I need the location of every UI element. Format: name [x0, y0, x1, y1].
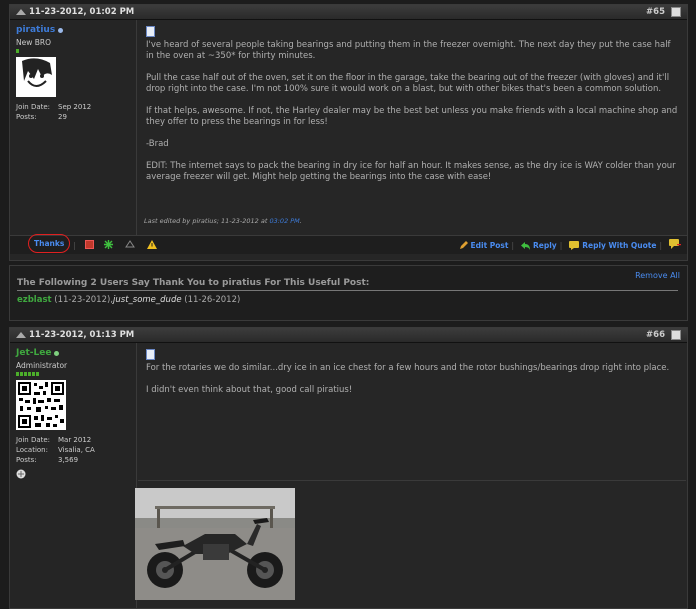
- edited-note-text: Last edited by piratius; 11-23-2012 at: [144, 217, 270, 225]
- post-header: 11-23-2012, 01:13 PM #66: [10, 328, 687, 343]
- posts-value: 29: [58, 113, 67, 121]
- motorcycle-photo[interactable]: [135, 488, 295, 600]
- reply-with-quote-button[interactable]: Reply With Quote: [569, 240, 657, 250]
- join-date-label: Join Date:: [16, 436, 51, 444]
- post-paragraph: I've heard of several people taking bear…: [146, 40, 671, 61]
- post-icon: [146, 26, 155, 37]
- thanks-button[interactable]: Thanks: [28, 233, 71, 253]
- green-star-icon[interactable]: [103, 239, 113, 251]
- post-paragraph: -Brad: [146, 139, 169, 149]
- user-sidebar: Jet-Lee Administrator Join Date: Mar 201…: [10, 343, 137, 608]
- divider: |: [659, 240, 662, 250]
- post-66: 11-23-2012, 01:13 PM #66 Jet-Lee Adminis…: [9, 327, 688, 609]
- join-date-value: Mar 2012: [58, 436, 92, 444]
- reply-label: Reply: [533, 240, 557, 250]
- edit-post-label: Edit Post: [470, 240, 509, 250]
- reputation-bar: [16, 49, 130, 53]
- edit-post-button[interactable]: Edit Post: [459, 240, 509, 250]
- username-link[interactable]: Jet-Lee: [16, 348, 130, 358]
- posts-value: 3,569: [58, 456, 79, 464]
- thanks-title: The Following 2 Users Say Thank You to p…: [17, 278, 678, 291]
- post-status-icon: [16, 8, 26, 15]
- edited-note: Last edited by piratius; 11-23-2012 at 0…: [144, 217, 302, 225]
- username-link[interactable]: piratius: [16, 25, 130, 35]
- reply-button[interactable]: Reply: [521, 241, 557, 250]
- thanks-date: (11-23-2012),: [51, 295, 114, 305]
- post-number-link[interactable]: #66: [646, 330, 665, 340]
- reputation-bar: [16, 372, 130, 376]
- thanks-date: (11-26-2012): [181, 295, 241, 305]
- pencil-icon: [459, 240, 468, 249]
- quote-bubble-icon: [569, 240, 580, 250]
- multi-quote-checkbox[interactable]: [671, 330, 681, 340]
- location-value: Visalia, CA: [58, 446, 95, 454]
- online-status-icon: [54, 350, 60, 356]
- post-65: 11-23-2012, 01:02 PM #65 piratius New BR…: [9, 4, 688, 261]
- multi-quote-checkbox[interactable]: [671, 7, 681, 17]
- post-header: 11-23-2012, 01:02 PM #65: [10, 5, 687, 20]
- user-sidebar: piratius New BRO Join Date: Sep 2012 Post…: [10, 20, 137, 235]
- username-text[interactable]: Jet-Lee: [16, 348, 51, 358]
- user-rank: Administrator: [16, 361, 68, 370]
- join-date-value: Sep 2012: [58, 103, 92, 111]
- user-info: Join Date: Mar 2012 Location: Visalia, CA …: [16, 435, 130, 465]
- post-paragraph: For the rotaries we do similar...dry ice…: [146, 363, 670, 373]
- edited-suffix: .: [299, 217, 302, 225]
- posts-label: Posts:: [16, 456, 37, 464]
- report-icon[interactable]: [84, 239, 94, 251]
- reputation-icon[interactable]: [124, 239, 135, 251]
- post-paragraph: I didn't even think about that, good cal…: [146, 385, 353, 395]
- qr-code-avatar-image: [16, 380, 66, 430]
- edited-time: 03:02 PM: [269, 217, 300, 225]
- location-label: Location:: [16, 446, 48, 454]
- post-icon: [146, 349, 155, 360]
- user-badge-icon[interactable]: [16, 469, 130, 482]
- thanks-user-link[interactable]: ezblast: [17, 295, 52, 305]
- divider: |: [559, 240, 563, 250]
- avatar-image: [16, 57, 56, 97]
- avatar[interactable]: [16, 380, 66, 430]
- reply-arrow-icon: [521, 241, 530, 250]
- post-date-text: 11-23-2012, 01:13 PM: [29, 330, 135, 340]
- post-actions-bar: Thanks | Edit Post | Reply | Reply With …: [10, 233, 687, 254]
- divider: |: [73, 240, 76, 250]
- online-status-icon: [58, 27, 64, 33]
- motorcycle-image: [135, 488, 295, 600]
- post-status-icon: [16, 331, 26, 338]
- post-content: For the rotaries we do similar...dry ice…: [138, 343, 687, 413]
- thanks-user-link[interactable]: just_some_dude: [113, 295, 182, 305]
- post-date: 11-23-2012, 01:13 PM: [16, 330, 646, 340]
- warning-icon[interactable]: [146, 239, 157, 251]
- thanks-box: Remove All The Following 2 Users Say Tha…: [9, 265, 688, 321]
- post-number-link[interactable]: #65: [646, 7, 665, 17]
- user-info: Join Date: Sep 2012 Posts: 29: [16, 102, 130, 122]
- thanks-user-list: ezblast (11-23-2012),just_some_dude (11-…: [17, 295, 240, 305]
- reply-with-quote-label: Reply With Quote: [582, 240, 657, 250]
- avatar[interactable]: [16, 57, 56, 97]
- signature-divider: [138, 480, 686, 481]
- join-date-label: Join Date:: [16, 103, 51, 111]
- post-paragraph: EDIT: The internet says to pack the bear…: [146, 161, 676, 182]
- username-text[interactable]: piratius: [16, 25, 55, 35]
- post-paragraph: If that helps, awesome. If not, the Harl…: [146, 106, 678, 127]
- posts-label: Posts:: [16, 113, 37, 121]
- post-date-text: 11-23-2012, 01:02 PM: [29, 7, 135, 17]
- user-rank: New BRO: [16, 38, 52, 47]
- multi-quote-icon[interactable]: [669, 239, 681, 251]
- divider: |: [511, 240, 514, 250]
- post-date: 11-23-2012, 01:02 PM: [16, 7, 646, 17]
- post-paragraph: Pull the case half out of the oven, set …: [146, 73, 670, 94]
- post-content: I've heard of several people taking bear…: [138, 20, 687, 200]
